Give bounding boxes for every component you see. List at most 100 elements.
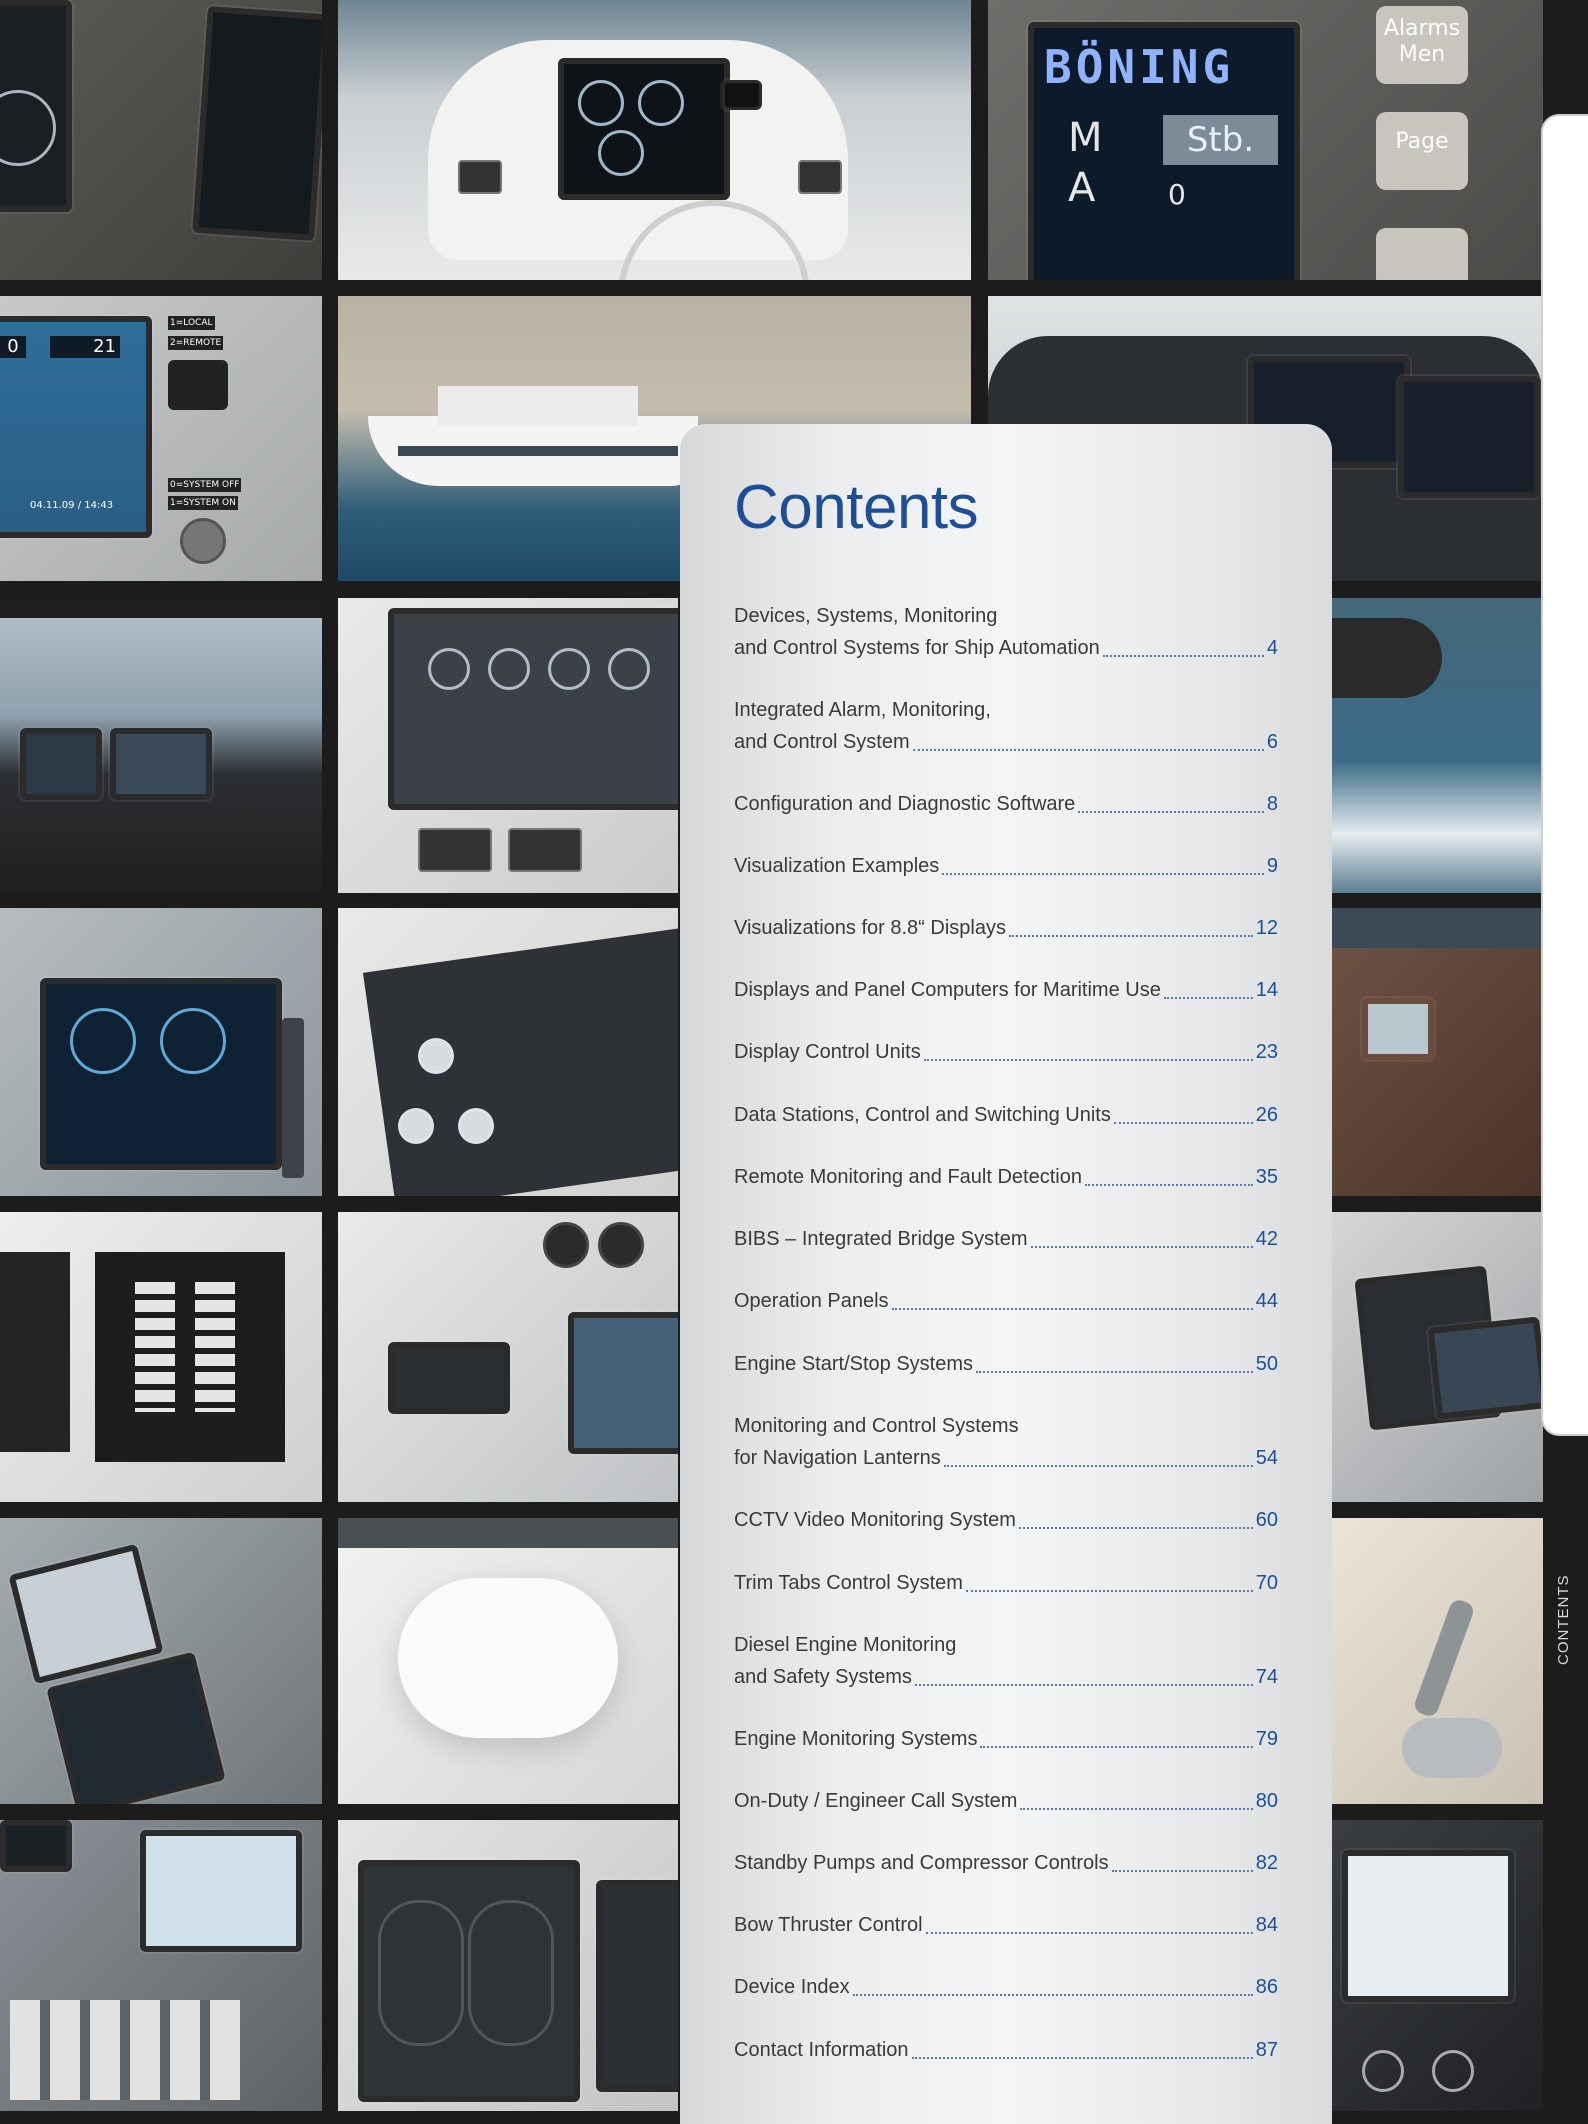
- toc-entry-title: Contact Information: [734, 2039, 909, 2061]
- toc-entry-title-line: Monitoring and Control Systems: [734, 1415, 1019, 1437]
- remote-label: 2=REMOTE: [168, 336, 224, 350]
- readout-right: 21: [50, 336, 120, 358]
- system-on-label: 1=SYSTEM ON: [168, 496, 238, 510]
- toc-entry-title: for Navigation Lanterns: [734, 1447, 941, 1469]
- photo-bridge-interior: [0, 598, 322, 893]
- toc-entry[interactable]: Bow Thruster Control 84: [734, 1909, 1278, 1941]
- toc-page-number: 42: [1255, 1228, 1278, 1250]
- page-title: Contents: [734, 473, 979, 542]
- toc-entry[interactable]: Remote Monitoring and Fault Detection 35: [734, 1161, 1278, 1193]
- toc-page-number: 23: [1255, 1041, 1278, 1063]
- section-label: CONTENTS: [1555, 1574, 1572, 1666]
- dot-leader: [980, 1746, 1253, 1748]
- photo-throttle: [1332, 1518, 1543, 1804]
- toc-entry[interactable]: CCTV Video Monitoring System 60: [734, 1504, 1278, 1536]
- toc-entry[interactable]: Standby Pumps and Compressor Controls 82: [734, 1847, 1278, 1879]
- stb-label: Stb.: [1163, 115, 1278, 165]
- dot-leader: [923, 1059, 1253, 1061]
- photo-control-screen: 0 21 04.11.09 / 14:43 1=LOCAL 2=REMOTE 0…: [0, 296, 322, 581]
- toc-entry[interactable]: Integrated Alarm, Monitoring, and Control…: [734, 694, 1278, 758]
- toc-entry-title-line: Diesel Engine Monitoring: [734, 1634, 957, 1656]
- photo-helm-console: [338, 0, 971, 280]
- dot-leader: [943, 1465, 1253, 1467]
- toc-entry-title: Device Index: [734, 1976, 850, 1998]
- toc-page-number: 50: [1255, 1353, 1278, 1375]
- toc-entry[interactable]: Device Index 86: [734, 1971, 1278, 2003]
- photo-switch-panels: [0, 1212, 322, 1502]
- toc-entry[interactable]: Diesel Engine Monitoring and Safety Syste…: [734, 1629, 1278, 1693]
- toc-entry-title: Data Stations, Control and Switching Uni…: [734, 1104, 1111, 1126]
- dot-leader: [1111, 1870, 1253, 1872]
- toc-entry-title: Visualization Examples: [734, 855, 940, 877]
- toc-entry[interactable]: Devices, Systems, Monitoring and Control …: [734, 600, 1278, 664]
- toc-entry-title: Bow Thruster Control: [734, 1914, 923, 1936]
- toc-entry[interactable]: Data Stations, Control and Switching Uni…: [734, 1099, 1278, 1131]
- photo-wood-helm: [1332, 908, 1543, 1196]
- toc-entry[interactable]: Displays and Panel Computers for Maritim…: [734, 974, 1278, 1006]
- dot-leader: [1008, 935, 1253, 937]
- a-label: A: [1068, 165, 1096, 211]
- photo-angled-screens: [0, 1518, 322, 1804]
- toc-entry-title-line: Devices, Systems, Monitoring: [734, 605, 998, 627]
- toc-entry[interactable]: Trim Tabs Control System 70: [734, 1567, 1278, 1599]
- toc-page-number: 70: [1255, 1572, 1278, 1594]
- toc-entry[interactable]: Configuration and Diagnostic Software 8: [734, 788, 1278, 820]
- toc-entry-title: On-Duty / Engineer Call System: [734, 1790, 1018, 1812]
- toc-entry-title: Engine Monitoring Systems: [734, 1728, 978, 1750]
- toc-page-number: 6: [1266, 731, 1278, 753]
- photo-carbon-panels: [1332, 1212, 1543, 1502]
- page-button: Page: [1376, 112, 1468, 190]
- dot-leader: [1020, 1808, 1253, 1810]
- toc-entry[interactable]: Contact Information 87: [734, 2034, 1278, 2066]
- toc-entry[interactable]: Visualization Examples 9: [734, 850, 1278, 882]
- toc-entry[interactable]: On-Duty / Engineer Call System 80: [734, 1785, 1278, 1817]
- photo-nav-console: [0, 1820, 322, 2111]
- photo-white-seating: [338, 1518, 678, 1804]
- zero-readout: 0: [1168, 178, 1186, 211]
- photo-dual-displays: [338, 1820, 678, 2111]
- photo-ac-panel: [338, 908, 678, 1196]
- toc-entry[interactable]: Display Control Units 23: [734, 1036, 1278, 1068]
- toc-page-number: 12: [1255, 917, 1278, 939]
- photo-gauge-display: [338, 598, 678, 893]
- m-label: M: [1068, 115, 1103, 161]
- dot-leader: [852, 1994, 1253, 1996]
- toc-entry[interactable]: Operation Panels 44: [734, 1285, 1278, 1317]
- dot-leader: [1163, 997, 1253, 999]
- dot-leader: [1113, 1122, 1253, 1124]
- toc-entry[interactable]: Monitoring and Control Systems for Naviga…: [734, 1410, 1278, 1474]
- toc-page-number: 54: [1255, 1447, 1278, 1469]
- toc-page-number: 79: [1255, 1728, 1278, 1750]
- toc-entry[interactable]: Engine Monitoring Systems 79: [734, 1723, 1278, 1755]
- alarms-button: Alarms Men: [1376, 6, 1468, 84]
- toc-entry[interactable]: Engine Start/Stop Systems 50: [734, 1348, 1278, 1380]
- dot-leader: [912, 749, 1264, 751]
- photo-display-panels: [0, 0, 322, 280]
- dot-leader: [914, 1684, 1253, 1686]
- photo-engine-display: [0, 908, 322, 1196]
- section-tab: [1543, 116, 1588, 1434]
- dot-leader: [1102, 655, 1264, 657]
- dot-leader: [1018, 1527, 1253, 1529]
- toc-page-number: 44: [1255, 1290, 1278, 1312]
- toc-page-number: 8: [1266, 793, 1278, 815]
- toc-page-number: 86: [1255, 1976, 1278, 1998]
- photo-speedboat: [1332, 598, 1543, 893]
- toc-entry-title: CCTV Video Monitoring System: [734, 1509, 1016, 1531]
- toc-page-number: 26: [1255, 1104, 1278, 1126]
- toc-page-number: 14: [1255, 979, 1278, 1001]
- toc-entry-title: Remote Monitoring and Fault Detection: [734, 1166, 1082, 1188]
- toc-entry-title: and Control Systems for Ship Automation: [734, 637, 1100, 659]
- toc-page-number: 4: [1266, 637, 1278, 659]
- toc-entry[interactable]: BIBS – Integrated Bridge System 42: [734, 1223, 1278, 1255]
- toc-entry-title: Configuration and Diagnostic Software: [734, 793, 1076, 815]
- dot-leader: [976, 1371, 1253, 1373]
- toc-entry[interactable]: Visualizations for 8.8“ Displays 12: [734, 912, 1278, 944]
- toc-entry-title: Displays and Panel Computers for Maritim…: [734, 979, 1161, 1001]
- toc-entry-title: and Safety Systems: [734, 1666, 912, 1688]
- toc-page-number: 74: [1255, 1666, 1278, 1688]
- toc-entry-title: Operation Panels: [734, 1290, 889, 1312]
- dot-leader: [1084, 1184, 1253, 1186]
- boening-logo-text: BÖNING: [1044, 40, 1235, 94]
- toc-entry-title-line: Integrated Alarm, Monitoring,: [734, 699, 991, 721]
